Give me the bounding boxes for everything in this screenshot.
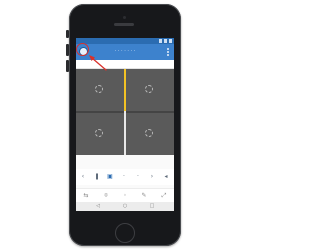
app-bar: · · · · · · ·: [76, 44, 174, 60]
nav-recents-icon[interactable]: □: [148, 203, 156, 210]
wifi-icon: [164, 39, 167, 43]
video-cell-1[interactable]: [76, 69, 124, 111]
dots-icon[interactable]: ·: [120, 173, 128, 181]
ptz-icon[interactable]: ⇆: [82, 192, 90, 200]
nav-home-icon[interactable]: ○: [121, 203, 129, 210]
home-button[interactable]: [115, 223, 135, 243]
video-grid: [76, 69, 174, 155]
loading-spinner-icon: [95, 129, 103, 137]
menu-dot: [167, 47, 169, 50]
phone-screen: · · · · · · · ‹ ❚ ▣ · · › ◂ ⇆ ⌾ ◦ ✎ ⤢ ◁ …: [76, 38, 174, 211]
edit-icon[interactable]: ✎: [140, 192, 148, 200]
video-cell-4[interactable]: [126, 113, 174, 155]
nav-back-icon[interactable]: ◁: [94, 203, 102, 210]
selected-window-highlight: [124, 69, 126, 111]
volume-icon[interactable]: ◂: [162, 173, 170, 181]
front-camera: [123, 16, 126, 19]
menu-dot: [167, 53, 169, 56]
battery-icon: [169, 39, 172, 43]
earpiece-speaker: [114, 23, 134, 26]
dots-icon[interactable]: ·: [134, 173, 142, 181]
status-icons: [159, 39, 172, 43]
annotation-circle: [76, 43, 89, 56]
loading-spinner-icon: [95, 85, 103, 93]
forward-icon[interactable]: ›: [148, 173, 156, 181]
signal-icon: [159, 39, 162, 43]
record-icon[interactable]: ◦: [121, 192, 129, 200]
loading-spinner-icon: [145, 129, 153, 137]
capture-icon[interactable]: ⌾: [102, 192, 110, 200]
volume-up-button: [66, 44, 69, 56]
toolbar-strip: [76, 60, 174, 69]
video-cell-3[interactable]: [76, 113, 124, 155]
volume-down-button: [66, 60, 69, 72]
overflow-menu-icon[interactable]: [164, 47, 172, 56]
silent-switch: [66, 30, 69, 38]
android-nav-bar: ◁ ○ □: [76, 202, 174, 211]
share-icon[interactable]: ⤢: [160, 192, 168, 200]
playback-controls: ‹ ❚ ▣ · · › ◂: [76, 169, 174, 185]
back-icon[interactable]: ‹: [79, 173, 87, 181]
menu-dot: [167, 50, 169, 53]
video-cell-2[interactable]: [126, 69, 174, 111]
pause-icon[interactable]: ❚: [93, 173, 101, 181]
action-toolbar: ⇆ ⌾ ◦ ✎ ⤢: [76, 188, 174, 202]
app-title: · · · · · · ·: [114, 48, 136, 54]
layout-icon[interactable]: ▣: [106, 173, 114, 181]
loading-spinner-icon: [145, 85, 153, 93]
